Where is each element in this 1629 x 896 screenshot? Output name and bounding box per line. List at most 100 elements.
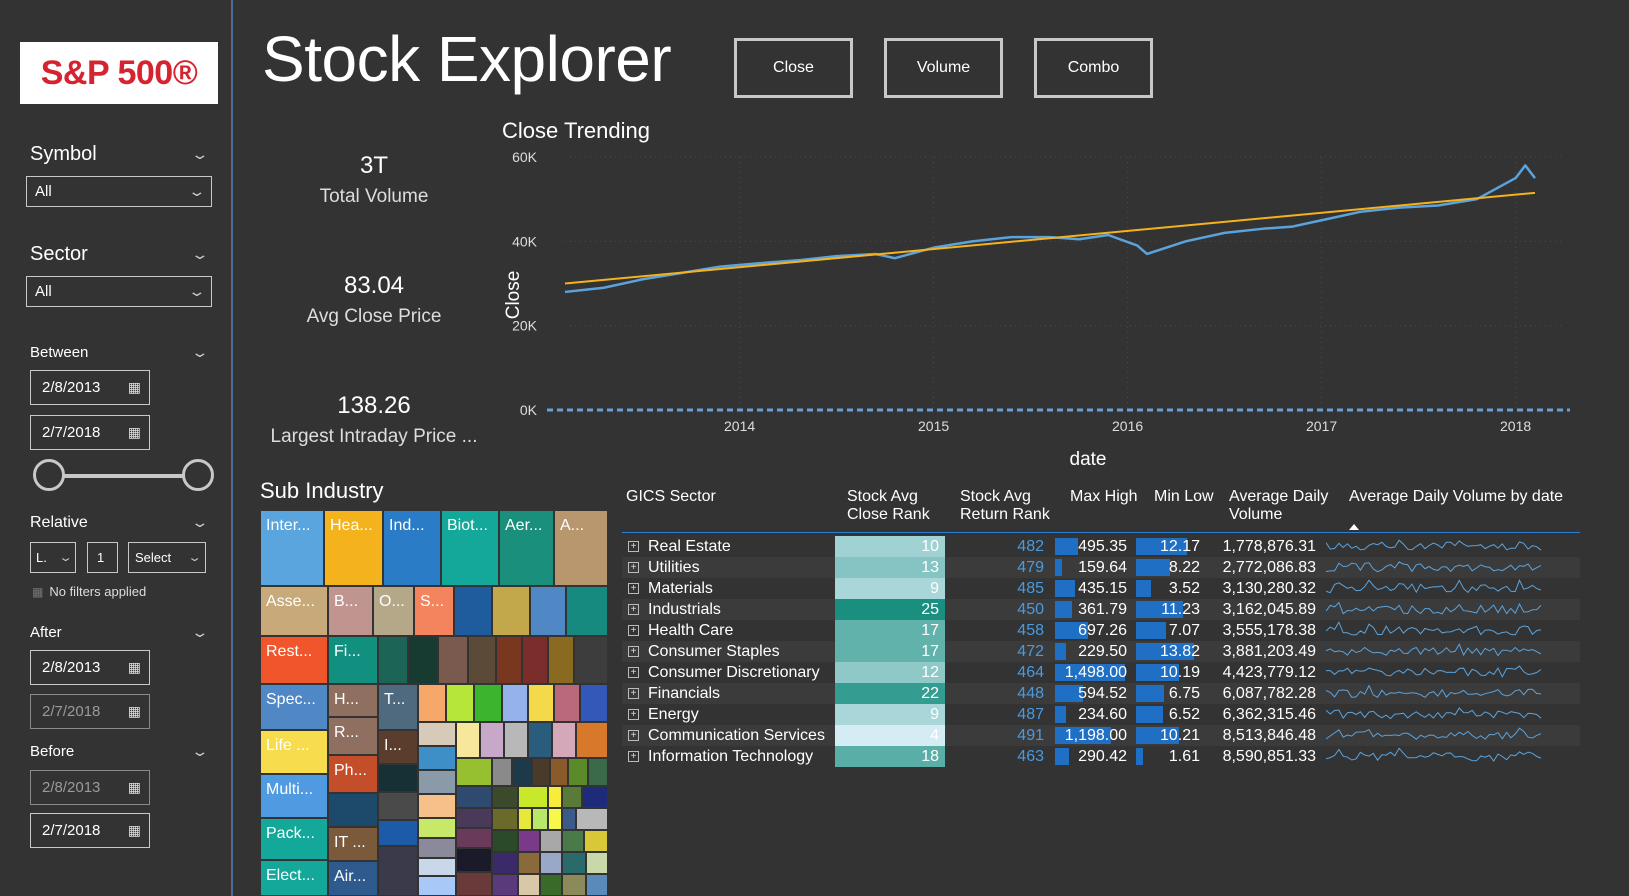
treemap-tile[interactable]: IT ... xyxy=(328,827,378,861)
treemap-tile[interactable] xyxy=(562,874,586,896)
treemap-tile[interactable] xyxy=(576,808,608,830)
treemap-tile[interactable] xyxy=(540,830,562,852)
treemap-tile[interactable] xyxy=(456,872,492,896)
between-start-date[interactable]: 2/8/2013 ▦ xyxy=(30,370,150,405)
treemap-tile[interactable] xyxy=(540,852,562,874)
treemap-tile[interactable] xyxy=(588,758,608,786)
treemap-tile[interactable] xyxy=(548,636,574,684)
treemap-tile[interactable] xyxy=(418,838,456,858)
treemap-tile[interactable] xyxy=(456,786,492,808)
treemap-tile[interactable] xyxy=(456,808,492,828)
treemap-tile[interactable]: H... xyxy=(328,684,378,717)
treemap-tile[interactable] xyxy=(522,636,548,684)
treemap-tile[interactable] xyxy=(562,786,582,808)
treemap-tile[interactable]: Life ... xyxy=(260,730,328,774)
treemap-tile[interactable] xyxy=(562,852,586,874)
treemap-tile[interactable] xyxy=(418,818,456,838)
treemap-tile[interactable] xyxy=(492,830,518,852)
expand-icon[interactable]: + xyxy=(628,604,639,615)
chevron-down-icon[interactable]: ⌄ xyxy=(190,246,209,263)
treemap-tile[interactable] xyxy=(474,684,502,722)
treemap-tile[interactable] xyxy=(574,636,608,684)
treemap-tile[interactable] xyxy=(566,586,608,636)
treemap-tile[interactable]: A... xyxy=(554,510,608,586)
col-header-sector[interactable]: GICS Sector xyxy=(626,488,716,506)
slider-start-handle[interactable] xyxy=(33,459,65,491)
treemap-tile[interactable] xyxy=(492,758,512,786)
table-row[interactable]: + Information Technology 18 463 290.42 1.61 8,… xyxy=(622,746,1580,767)
treemap-tile[interactable] xyxy=(562,808,576,830)
treemap-tile[interactable] xyxy=(492,808,518,830)
treemap-tile[interactable] xyxy=(554,684,580,722)
treemap-tile[interactable]: Elect... xyxy=(260,860,328,896)
treemap-tile[interactable] xyxy=(512,758,532,786)
treemap-tile[interactable] xyxy=(532,758,550,786)
treemap-tile[interactable] xyxy=(518,830,540,852)
table-row[interactable]: + Real Estate 10 482 495.35 12.17 1,778,876.31 xyxy=(622,536,1580,557)
treemap-tile[interactable] xyxy=(456,848,492,872)
treemap-tile[interactable] xyxy=(456,758,492,786)
table-row[interactable]: + Consumer Discretionary 12 464 1,498.00 10.1… xyxy=(622,662,1580,683)
symbol-dropdown[interactable]: All ⌄ xyxy=(26,176,212,207)
treemap-tile[interactable] xyxy=(378,764,418,792)
treemap-tile[interactable]: S... xyxy=(414,586,454,636)
close-button[interactable]: Close xyxy=(734,38,853,98)
treemap-tile[interactable]: Inter... xyxy=(260,510,324,586)
sub-industry-treemap[interactable]: Inter... Hea... Ind... Biot... Aer... A... Ass… xyxy=(260,510,608,896)
treemap-tile[interactable] xyxy=(582,786,608,808)
treemap-tile[interactable] xyxy=(418,794,456,818)
treemap-tile[interactable]: T... xyxy=(378,684,418,730)
expand-icon[interactable]: + xyxy=(628,667,639,678)
treemap-tile[interactable] xyxy=(548,786,562,808)
treemap-tile[interactable] xyxy=(480,722,504,758)
sector-dropdown[interactable]: All ⌄ xyxy=(26,276,212,307)
relative-mode-dropdown[interactable]: L. ⌄ xyxy=(30,542,76,573)
treemap-tile[interactable]: Ind... xyxy=(383,510,441,586)
expand-icon[interactable]: + xyxy=(628,688,639,699)
expand-icon[interactable]: + xyxy=(628,709,639,720)
expand-icon[interactable]: + xyxy=(628,730,639,741)
treemap-tile[interactable]: Hea... xyxy=(324,510,383,586)
treemap-tile[interactable] xyxy=(378,846,418,896)
calendar-icon[interactable]: ▦ xyxy=(128,822,141,839)
treemap-tile[interactable]: Multi... xyxy=(260,774,328,818)
treemap-tile[interactable] xyxy=(504,722,528,758)
treemap-tile[interactable] xyxy=(454,586,492,636)
treemap-tile[interactable] xyxy=(550,758,568,786)
treemap-tile[interactable] xyxy=(584,830,608,852)
expand-icon[interactable]: + xyxy=(628,541,639,552)
treemap-tile[interactable] xyxy=(418,746,456,770)
treemap-tile[interactable] xyxy=(576,722,608,758)
table-row[interactable]: + Energy 9 487 234.60 6.52 6,362,315.46 xyxy=(622,704,1580,725)
treemap-tile[interactable] xyxy=(518,808,532,830)
treemap-tile[interactable] xyxy=(492,852,518,874)
treemap-tile[interactable] xyxy=(492,586,530,636)
chevron-down-icon[interactable]: ⌄ xyxy=(190,743,209,760)
table-row[interactable]: + Consumer Staples 17 472 229.50 13.82 3,881,2… xyxy=(622,641,1580,662)
treemap-tile[interactable] xyxy=(502,684,528,722)
treemap-tile[interactable] xyxy=(540,874,562,896)
after-start-date[interactable]: 2/8/2013 ▦ xyxy=(30,650,150,685)
treemap-tile[interactable] xyxy=(468,636,496,684)
calendar-icon[interactable]: ▦ xyxy=(128,659,141,676)
treemap-tile[interactable]: Rest... xyxy=(260,636,328,684)
treemap-tile[interactable] xyxy=(562,830,584,852)
chevron-down-icon[interactable]: ⌄ xyxy=(190,344,209,361)
treemap-tile[interactable] xyxy=(408,636,438,684)
treemap-tile[interactable] xyxy=(418,876,456,896)
treemap-tile[interactable] xyxy=(518,852,540,874)
treemap-tile[interactable]: Aer... xyxy=(499,510,554,586)
treemap-tile[interactable] xyxy=(438,636,468,684)
sort-ascending-icon[interactable] xyxy=(1349,524,1359,530)
table-row[interactable]: + Health Care 17 458 697.26 7.07 3,555,178.38 xyxy=(622,620,1580,641)
col-header-return-rank[interactable]: Stock Avg Return Rank xyxy=(960,488,1065,524)
chevron-down-icon[interactable]: ⌄ xyxy=(190,624,209,641)
slider-end-handle[interactable] xyxy=(182,459,214,491)
treemap-tile[interactable]: B... xyxy=(328,586,373,636)
chevron-down-icon[interactable]: ⌄ xyxy=(190,514,209,531)
expand-icon[interactable]: + xyxy=(628,562,639,573)
calendar-icon[interactable]: ▦ xyxy=(128,779,141,796)
col-header-avg-volume[interactable]: Average Daily Volume xyxy=(1229,488,1339,524)
treemap-tile[interactable] xyxy=(580,684,608,722)
treemap-tile[interactable] xyxy=(418,684,446,722)
